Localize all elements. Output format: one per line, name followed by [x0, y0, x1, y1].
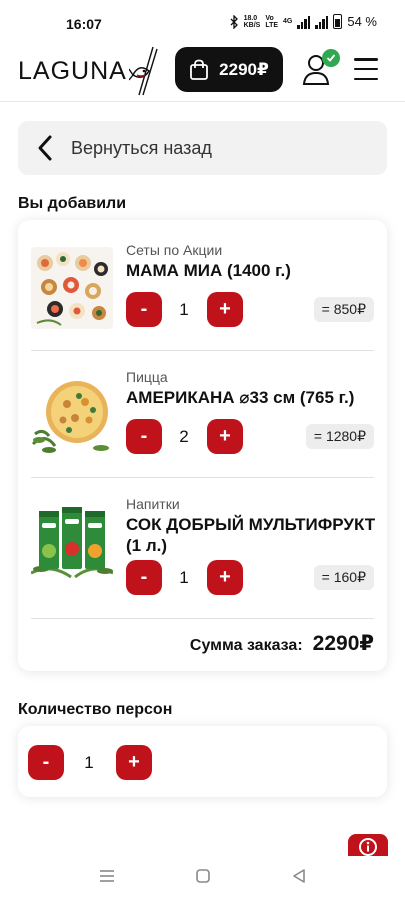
item-image-juice — [31, 501, 113, 583]
persons-section-title: Количество персон — [18, 701, 173, 718]
item-quantity: 1 — [179, 300, 189, 319]
item-name: СОК ДОБРЫЙ МУЛЬТИФРУКТ (1 л.) — [126, 515, 376, 555]
logo-text: LAGUNA — [18, 56, 127, 85]
net-speed-unit: KB/S — [243, 21, 261, 29]
info-button[interactable] — [348, 834, 388, 856]
persons-quantity: 1 — [84, 753, 94, 772]
cart-total: 2290₽ — [219, 59, 269, 79]
item-name: АМЕРИКАНА ⌀33 см (765 г.) — [126, 388, 355, 407]
increase-quantity-button[interactable]: + — [207, 292, 243, 327]
item-name: МАМА МИА (1400 г.) — [126, 261, 291, 280]
header: LAGUNA 2290₽ — [0, 40, 405, 102]
divider — [31, 350, 374, 351]
logo[interactable]: LAGUNA — [18, 46, 159, 96]
item-price: = 160₽ — [313, 565, 374, 590]
increase-quantity-button[interactable]: + — [207, 560, 243, 595]
signal-icon-2 — [315, 15, 329, 29]
nav-back-icon[interactable] — [289, 866, 309, 886]
item-quantity: 1 — [179, 568, 189, 587]
item-image-sushi-set — [31, 247, 113, 329]
decrease-persons-button[interactable]: - — [28, 745, 64, 780]
item-category: Напитки — [126, 496, 180, 512]
network-type: 4G — [283, 18, 292, 25]
volte-top: Vo — [265, 14, 274, 22]
divider — [31, 618, 374, 619]
system-nav-bar — [0, 856, 405, 900]
volte-badge: Vo LTE — [265, 15, 278, 29]
item-price: = 1280₽ — [305, 424, 374, 449]
user-button[interactable] — [300, 48, 340, 88]
increase-quantity-button[interactable]: + — [207, 419, 243, 454]
decrease-quantity-button[interactable]: - — [126, 560, 162, 595]
item-category: Сеты по Акции — [126, 242, 223, 258]
status-time: 16:07 — [66, 16, 102, 32]
battery-level: 54 % — [347, 14, 377, 29]
bluetooth-icon — [230, 14, 238, 29]
order-sum: Сумма заказа: 2290₽ — [190, 631, 374, 656]
logo-fish-icon — [128, 46, 158, 96]
menu-icon[interactable] — [354, 58, 378, 80]
back-label: Вернуться назад — [71, 137, 212, 158]
info-icon — [359, 838, 377, 856]
nav-menu-icon[interactable] — [97, 866, 117, 886]
decrease-quantity-button[interactable]: - — [126, 292, 162, 327]
status-bar: 16:07 18.0 KB/S Vo LTE 4G 54 % — [0, 0, 405, 38]
net-speed: 18.0 KB/S — [244, 15, 261, 29]
chevron-left-icon — [38, 135, 52, 161]
shopping-bag-icon — [190, 59, 209, 80]
order-section-title: Вы добавили — [18, 195, 127, 212]
cart-button[interactable]: 2290₽ — [175, 47, 283, 92]
divider — [31, 477, 374, 478]
net-speed-value: 18.0 — [243, 14, 258, 22]
item-price: = 850₽ — [313, 297, 374, 322]
check-icon — [322, 49, 340, 67]
volte-bottom: LTE — [265, 21, 279, 29]
increase-persons-button[interactable]: + — [116, 745, 152, 780]
signal-icon — [297, 15, 311, 29]
order-sum-label: Сумма заказа: — [189, 637, 303, 654]
item-category: Пицца — [126, 369, 168, 385]
nav-home-icon[interactable] — [193, 866, 213, 886]
battery-icon — [333, 14, 343, 29]
back-button[interactable]: Вернуться назад — [18, 121, 387, 175]
status-indicators: 18.0 KB/S Vo LTE 4G 54 % — [230, 14, 377, 29]
order-sum-value: 2290₽ — [312, 632, 374, 655]
network-type-label: 4G — [283, 18, 293, 25]
decrease-quantity-button[interactable]: - — [126, 419, 162, 454]
item-image-pizza — [31, 374, 113, 456]
persons-card: - 1 + — [18, 726, 387, 797]
order-card: Сеты по Акции МАМА МИА (1400 г.) - 1 + =… — [18, 220, 387, 671]
item-quantity: 2 — [179, 427, 189, 446]
